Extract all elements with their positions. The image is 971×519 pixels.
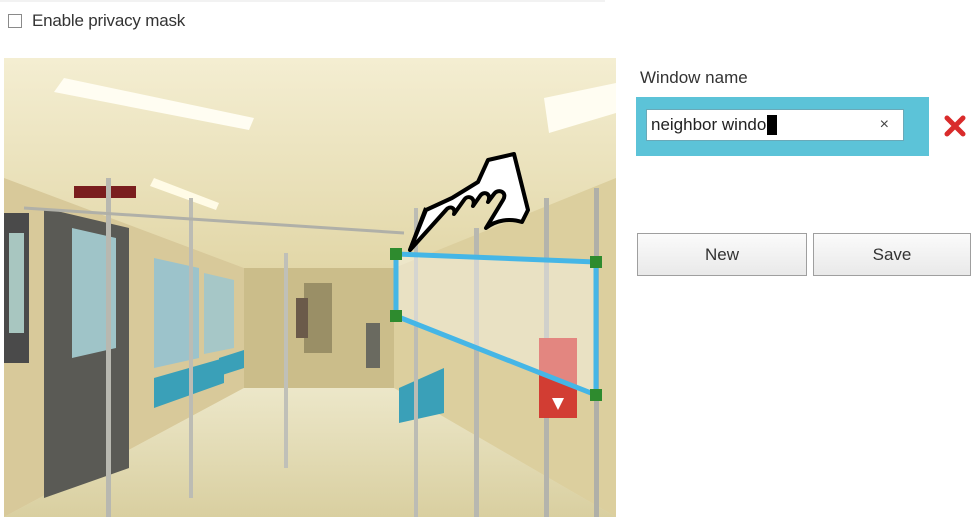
delete-window-icon[interactable]: [943, 114, 967, 138]
new-button[interactable]: New: [637, 233, 807, 276]
save-button[interactable]: Save: [813, 233, 971, 276]
window-name-value: neighbor windo: [651, 115, 767, 134]
camera-scene: [4, 58, 616, 517]
mask-handle-bottom-right: [590, 389, 602, 401]
window-name-frame: neighbor windo ×: [636, 97, 929, 156]
camera-live-view[interactable]: [4, 58, 616, 517]
privacy-mask-label: Enable privacy mask: [32, 11, 186, 30]
text-caret: [767, 114, 778, 135]
privacy-mask-toggle[interactable]: Enable privacy mask: [8, 11, 185, 31]
privacy-mask-checkbox[interactable]: [8, 14, 22, 28]
window-name-input[interactable]: neighbor windo ×: [646, 109, 904, 141]
mask-handle-top-left: [390, 248, 402, 260]
window-name-label: Window name: [640, 68, 748, 87]
top-divider: [0, 0, 605, 2]
clear-icon[interactable]: ×: [880, 110, 889, 140]
mask-handle-bottom-left: [390, 310, 402, 322]
mask-handle-top-right: [590, 256, 602, 268]
